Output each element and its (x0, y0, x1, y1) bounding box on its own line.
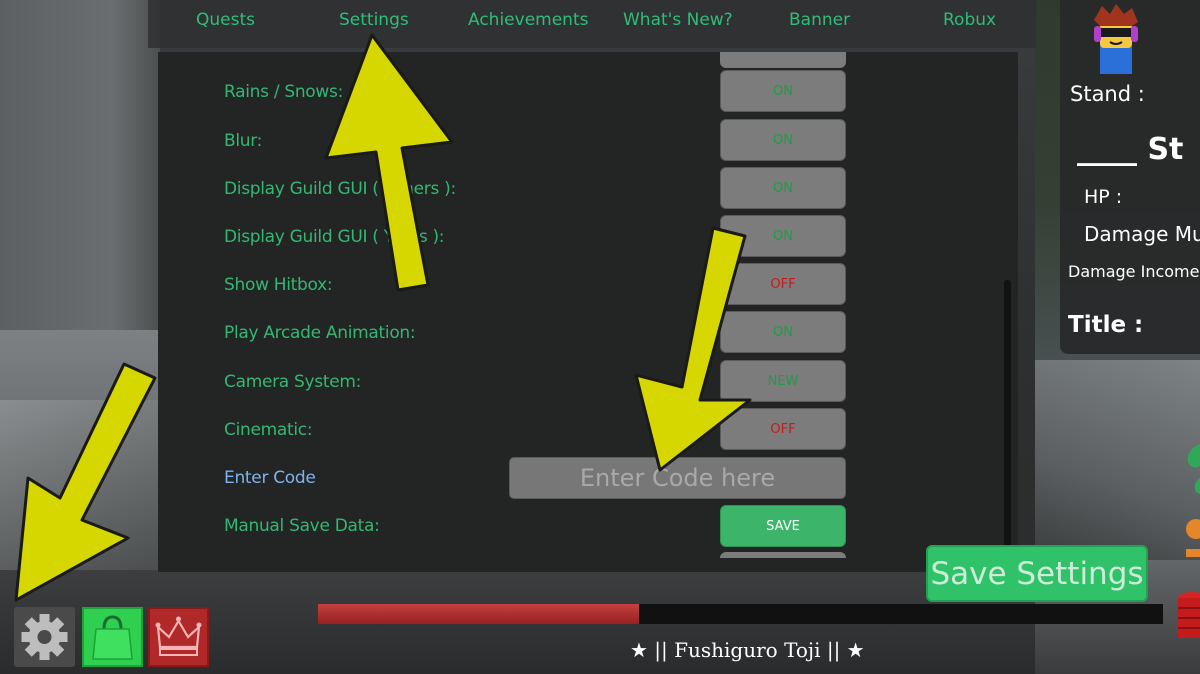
hp-label: HP : (1084, 186, 1123, 208)
tab-robux[interactable]: Robux (943, 10, 996, 30)
toggle-guild-gui-yours[interactable]: ON (720, 215, 846, 257)
toggle-guild-gui-others[interactable]: ON (720, 167, 846, 209)
enter-code-input[interactable] (509, 457, 846, 499)
health-bar-fill (318, 604, 640, 624)
toggle-show-hitbox[interactable]: OFF (720, 263, 846, 305)
setting-label-guild-gui-yours: Display Guild GUI ( Yours ): (224, 227, 445, 247)
setting-label-cinematic: Cinematic: (224, 420, 313, 440)
setting-label-blur: Blur: (224, 131, 263, 151)
player-avatar (1094, 4, 1138, 74)
side-green-icon[interactable] (1182, 440, 1200, 500)
setting-label-show-hitbox: Show Hitbox: (224, 275, 333, 295)
title-label: Title : (1068, 312, 1144, 338)
setting-label-guild-gui-others: Display Guild GUI ( Others ): (224, 179, 456, 199)
tab-banner[interactable]: Banner (789, 10, 850, 30)
coin-stack-icon[interactable] (1172, 588, 1200, 648)
enter-code-label: Enter Code (224, 468, 316, 488)
setting-label-camera-system: Camera System: (224, 372, 362, 392)
tab-bar (148, 0, 1036, 48)
manual-save-label: Manual Save Data: (224, 516, 380, 536)
character-name: ★ || Fushiguro Toji || ★ (630, 638, 865, 662)
right-road (1035, 360, 1200, 560)
stand-name: ____ St (1077, 132, 1184, 167)
crown-icon (155, 616, 202, 656)
toggle-partial-bottom (720, 552, 846, 558)
tab-achievements[interactable]: Achievements (468, 10, 588, 30)
toggle-camera-system[interactable]: NEW (720, 360, 846, 402)
tab-settings[interactable]: Settings (339, 10, 409, 30)
side-orange-icon[interactable] (1180, 515, 1200, 575)
setting-label-arcade-animation: Play Arcade Animation: (224, 323, 416, 343)
toggle-blur[interactable]: ON (720, 119, 846, 161)
save-settings-button[interactable]: Save Settings (926, 545, 1148, 602)
tab-whats-new[interactable]: What's New? (623, 10, 733, 30)
gear-icon (21, 614, 68, 660)
settings-menu-button[interactable] (14, 607, 75, 667)
health-bar (318, 604, 1163, 624)
tab-quests[interactable]: Quests (196, 10, 255, 30)
toggle-rains-snows[interactable]: ON (720, 70, 846, 112)
toggle-cinematic[interactable]: OFF (720, 408, 846, 450)
premium-button[interactable] (148, 607, 209, 667)
toggle-arcade-animation[interactable]: ON (720, 311, 846, 353)
damage-income-label: Damage Income M (1068, 262, 1200, 281)
shop-button[interactable] (82, 607, 143, 667)
toggle-partial-top (720, 52, 846, 68)
stand-label: Stand : (1070, 82, 1145, 106)
shopping-bag-icon (92, 615, 133, 660)
damage-mult-label: Damage Mult (1084, 222, 1200, 246)
setting-label-rains-snows: Rains / Snows: (224, 82, 344, 102)
save-data-button[interactable]: SAVE (720, 505, 846, 547)
left-wall (0, 0, 160, 430)
settings-scrollbar[interactable] (1004, 280, 1011, 560)
